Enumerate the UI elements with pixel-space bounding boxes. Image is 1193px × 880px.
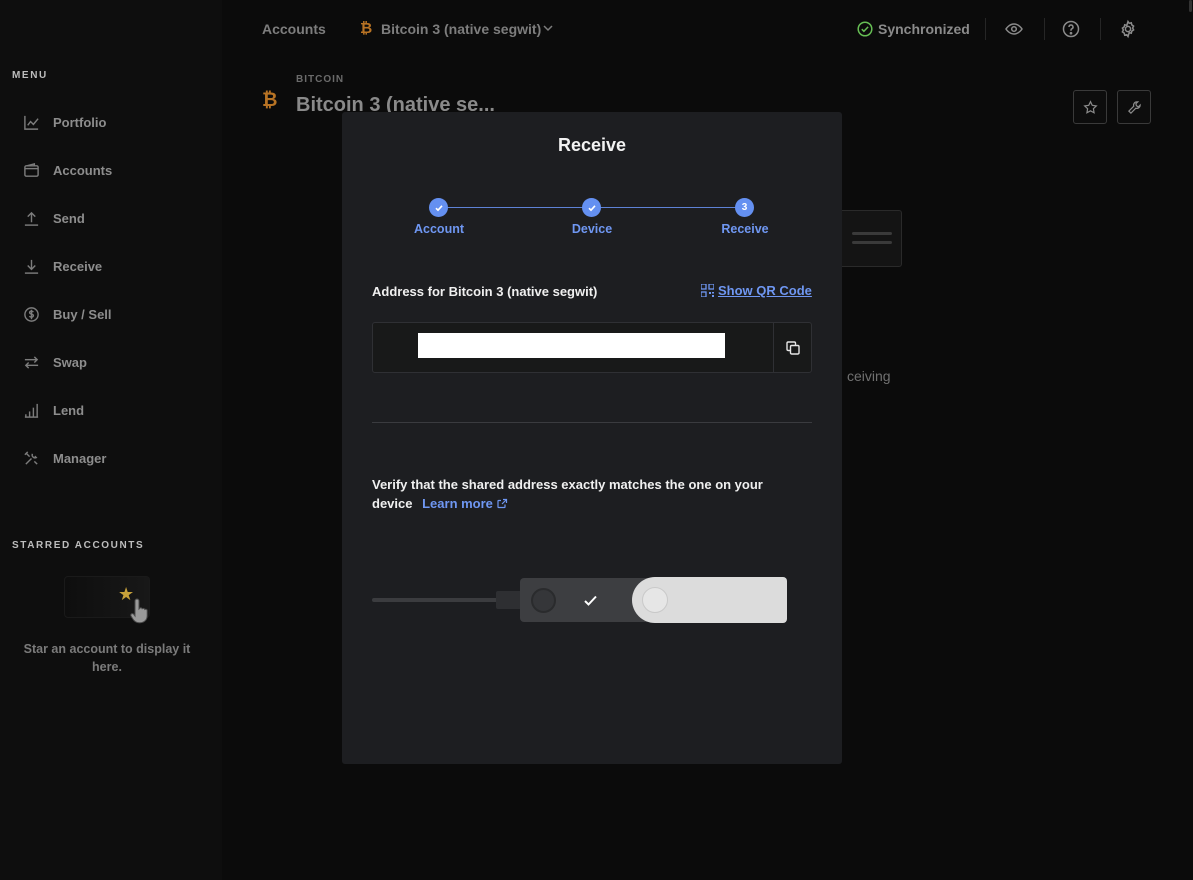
topbar-divider — [1100, 18, 1101, 40]
background-illustration-lines — [852, 232, 892, 250]
scrollbar-thumb[interactable] — [1189, 0, 1192, 12]
address-value[interactable] — [418, 333, 725, 358]
wrench-icon — [1127, 100, 1141, 114]
hand-pointer-icon — [130, 598, 148, 624]
nav-list: Portfolio Accounts Send Receive Buy / Se… — [0, 98, 222, 482]
sidebar: MENU Portfolio Accounts Send Receive Buy… — [0, 0, 222, 880]
account-settings-button[interactable] — [1117, 90, 1151, 124]
topbar-divider — [1044, 18, 1045, 40]
step-label-receive: Receive — [721, 222, 769, 236]
sidebar-item-label: Accounts — [53, 162, 113, 178]
tools-icon — [22, 449, 40, 467]
sidebar-item-swap[interactable]: Swap — [0, 338, 222, 386]
starred-accounts-title: STARRED ACCOUNTS — [12, 540, 145, 551]
chevron-down-icon[interactable] — [542, 22, 554, 34]
address-field[interactable] — [372, 322, 812, 373]
download-arrow-icon — [22, 257, 40, 275]
check-circle-icon — [857, 21, 873, 37]
app-window: MENU Portfolio Accounts Send Receive Buy… — [0, 0, 1193, 880]
gear-icon[interactable] — [1118, 19, 1138, 39]
sidebar-item-buy-sell[interactable]: Buy / Sell — [0, 290, 222, 338]
star-outline-icon — [1082, 99, 1098, 114]
modal-title: Receive — [557, 135, 627, 155]
background-empty-text: ceiving — [847, 368, 891, 384]
receive-modal: Receive 3 Account Device Receive Address… — [342, 112, 842, 764]
eye-icon[interactable] — [1004, 19, 1024, 39]
sidebar-item-label: Portfolio — [53, 114, 107, 130]
check-icon — [434, 204, 443, 211]
stepper-connector — [439, 207, 592, 208]
step-label-device: Device — [571, 222, 613, 236]
dollar-circle-icon — [22, 305, 40, 323]
device-check-icon — [584, 595, 597, 606]
external-link-icon — [497, 498, 508, 509]
step-receive-number: 3 — [735, 198, 754, 217]
swap-arrows-icon — [22, 353, 40, 371]
sidebar-item-accounts[interactable]: Accounts — [0, 146, 222, 194]
bitcoin-icon: ₿ — [360, 20, 373, 37]
modal-divider — [372, 422, 812, 423]
copy-icon — [785, 340, 800, 355]
learn-more-label: Learn more — [422, 496, 493, 511]
stepper-connector — [592, 207, 745, 208]
show-qr-code-label: Show QR Code — [718, 283, 812, 298]
copy-address-button[interactable] — [773, 323, 811, 372]
starred-hint-text: Star an account to display it here. — [23, 642, 191, 674]
topbar-divider — [985, 18, 986, 40]
breadcrumb-account-selector[interactable]: Bitcoin 3 (native segwit) — [381, 21, 541, 37]
step-device-check — [582, 198, 601, 217]
star-account-button[interactable] — [1073, 90, 1107, 124]
sidebar-item-label: Buy / Sell — [53, 306, 112, 322]
device-swivel-pin — [642, 587, 668, 613]
device-button-icon — [531, 588, 556, 613]
address-label: Address for Bitcoin 3 (native segwit) — [372, 284, 598, 299]
verify-instructions: Verify that the shared address exactly m… — [372, 475, 792, 513]
learn-more-link[interactable]: Learn more — [422, 496, 508, 511]
step-label-account: Account — [414, 222, 464, 236]
menu-title: MENU — [12, 70, 48, 81]
sidebar-item-label: Lend — [53, 402, 85, 418]
sidebar-item-label: Manager — [53, 450, 107, 466]
chart-line-icon — [22, 113, 40, 131]
breadcrumb-accounts[interactable]: Accounts — [262, 21, 326, 37]
check-icon — [587, 204, 596, 211]
sidebar-item-send[interactable]: Send — [0, 194, 222, 242]
sidebar-item-receive[interactable]: Receive — [0, 242, 222, 290]
usb-cable — [372, 598, 502, 602]
usb-plug — [496, 591, 522, 609]
help-icon[interactable] — [1061, 19, 1081, 39]
bar-chart-icon — [22, 401, 40, 419]
upload-arrow-icon — [22, 209, 40, 227]
bitcoin-icon: ₿ — [262, 90, 278, 111]
wallet-icon — [22, 161, 40, 179]
sidebar-item-manager[interactable]: Manager — [0, 434, 222, 482]
sidebar-item-label: Swap — [53, 354, 87, 370]
coin-label: BITCOIN — [296, 74, 345, 85]
sidebar-item-lend[interactable]: Lend — [0, 386, 222, 434]
step-account-check — [429, 198, 448, 217]
qr-code-icon — [701, 284, 714, 297]
sync-status[interactable]: Synchronized — [878, 21, 970, 37]
sidebar-item-label: Send — [53, 210, 85, 226]
show-qr-code-link[interactable]: Show QR Code — [701, 283, 812, 298]
sidebar-item-portfolio[interactable]: Portfolio — [0, 98, 222, 146]
sidebar-item-label: Receive — [53, 258, 103, 274]
